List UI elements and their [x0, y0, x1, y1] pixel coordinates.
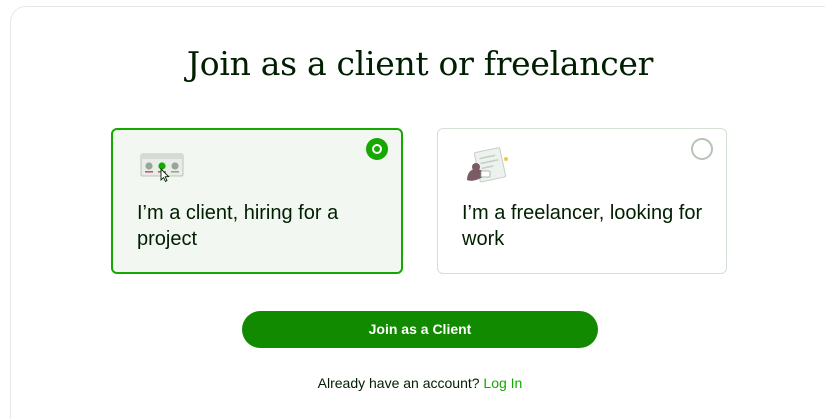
- option-label-freelancer: I’m a freelancer, looking for work: [462, 202, 703, 250]
- login-prompt-row: Already have an account? Log In: [0, 375, 825, 391]
- option-card-client[interactable]: I’m a client, hiring for a project: [111, 128, 403, 274]
- freelancer-document-icon: [463, 147, 511, 187]
- option-card-freelancer[interactable]: I’m a freelancer, looking for work: [437, 128, 727, 274]
- client-radio-selected[interactable]: [366, 138, 388, 160]
- login-prompt-text: Already have an account?: [317, 375, 480, 391]
- freelancer-radio-unselected[interactable]: [691, 138, 713, 160]
- page-title: Join as a client or freelancer: [186, 44, 654, 83]
- join-as-client-button[interactable]: Join as a Client: [242, 311, 598, 348]
- login-link[interactable]: Log In: [483, 375, 522, 391]
- client-browser-icon: [140, 153, 186, 183]
- option-label-client: I’m a client, hiring for a project: [137, 202, 339, 250]
